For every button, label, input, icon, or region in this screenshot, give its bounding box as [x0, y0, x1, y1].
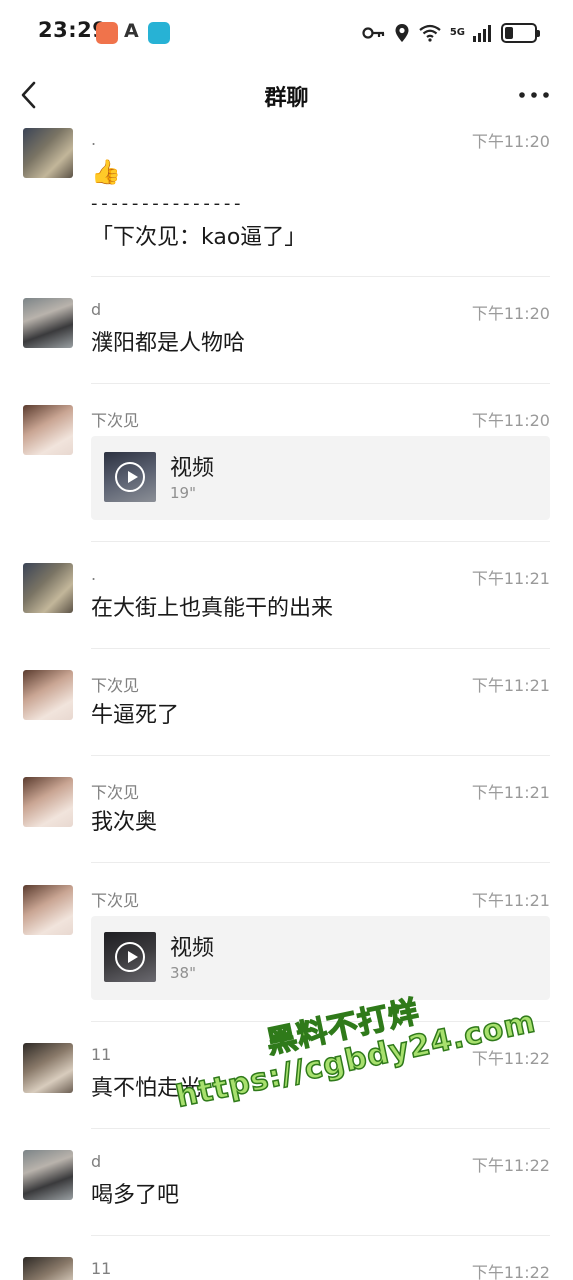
message-text: 「下次见：kao逼了」 — [91, 225, 307, 250]
status-icons: 5G — [362, 20, 540, 46]
message-time: 下午11:20 — [471, 304, 550, 323]
avatar[interactable] — [23, 563, 73, 613]
avatar[interactable] — [23, 670, 73, 720]
a-app-icon: A — [124, 20, 139, 42]
message-text: 在大街上也真能干的出来 — [91, 596, 334, 621]
thumbs-up-icon: 👍 — [91, 158, 121, 186]
video-duration: 19" — [170, 484, 196, 502]
message-time: 下午11:20 — [471, 411, 550, 430]
location-icon — [395, 24, 409, 42]
sender-name: 下次见 — [91, 783, 140, 802]
message-text: - - - - - - - - - - - - - - - — [91, 193, 241, 214]
message-text: 真不怕走光 — [91, 1076, 202, 1101]
nav-bar: 群聊 — [0, 66, 573, 124]
page-title: 群聊 — [264, 86, 309, 111]
video-thumbnail — [104, 452, 156, 502]
avatar[interactable] — [23, 298, 73, 348]
status-bar: 23:29 A 5G — [0, 0, 573, 66]
message-list[interactable]: . 下午11:20 👍 - - - - - - - - - - - - - - … — [0, 124, 573, 1280]
sender-name: 下次见 — [91, 891, 140, 910]
sender-name: 11 — [91, 1259, 112, 1278]
sender-name: 下次见 — [91, 411, 140, 430]
message-time: 下午11:22 — [471, 1263, 550, 1280]
blue-book-app-icon — [148, 22, 170, 44]
avatar[interactable] — [23, 1043, 73, 1093]
message-time: 下午11:22 — [471, 1156, 550, 1175]
divider — [91, 1021, 550, 1022]
message-text: 牛逼死了 — [91, 703, 180, 728]
message-time: 下午11:21 — [471, 783, 550, 802]
sender-name: . — [91, 130, 97, 149]
message-time: 下午11:21 — [471, 569, 550, 588]
avatar[interactable] — [23, 405, 73, 455]
avatar[interactable] — [23, 885, 73, 935]
signal-icon — [473, 25, 491, 42]
avatar[interactable] — [23, 777, 73, 827]
divider — [91, 648, 550, 649]
divider — [91, 276, 550, 277]
play-icon — [115, 462, 145, 492]
wifi-icon — [419, 24, 441, 42]
message-text: 我次奥 — [91, 810, 158, 835]
key-icon — [362, 27, 384, 39]
sender-name: 下次见 — [91, 676, 140, 695]
play-icon — [115, 942, 145, 972]
message-time: 下午11:21 — [471, 676, 550, 695]
avatar[interactable] — [23, 128, 73, 178]
video-thumbnail — [104, 932, 156, 982]
divider — [91, 541, 550, 542]
sender-name: d — [91, 1152, 102, 1171]
network-label: 5G — [449, 27, 465, 38]
battery-icon — [501, 23, 540, 43]
message-time: 下午11:21 — [471, 891, 550, 910]
divider — [91, 383, 550, 384]
more-dots-icon — [519, 92, 549, 98]
message-text: 濮阳都是人物哈 — [91, 331, 246, 356]
avatar[interactable] — [23, 1150, 73, 1200]
sender-name: . — [91, 565, 97, 584]
divider — [91, 862, 550, 863]
avatar[interactable] — [23, 1257, 73, 1280]
divider — [91, 755, 550, 756]
message-text: 喝多了吧 — [91, 1183, 180, 1208]
sender-name: d — [91, 300, 102, 319]
video-duration: 38" — [170, 964, 196, 982]
divider — [91, 1235, 550, 1236]
message-time: 下午11:20 — [471, 132, 550, 151]
more-button[interactable] — [517, 80, 551, 110]
orange-app-icon — [96, 22, 118, 44]
message-time: 下午11:22 — [471, 1049, 550, 1068]
video-card[interactable]: 视频 38" — [91, 916, 550, 1000]
video-title: 视频 — [170, 456, 215, 481]
video-title: 视频 — [170, 936, 215, 961]
video-card[interactable]: 视频 19" — [91, 436, 550, 520]
divider — [91, 1128, 550, 1129]
sender-name: 11 — [91, 1045, 112, 1064]
